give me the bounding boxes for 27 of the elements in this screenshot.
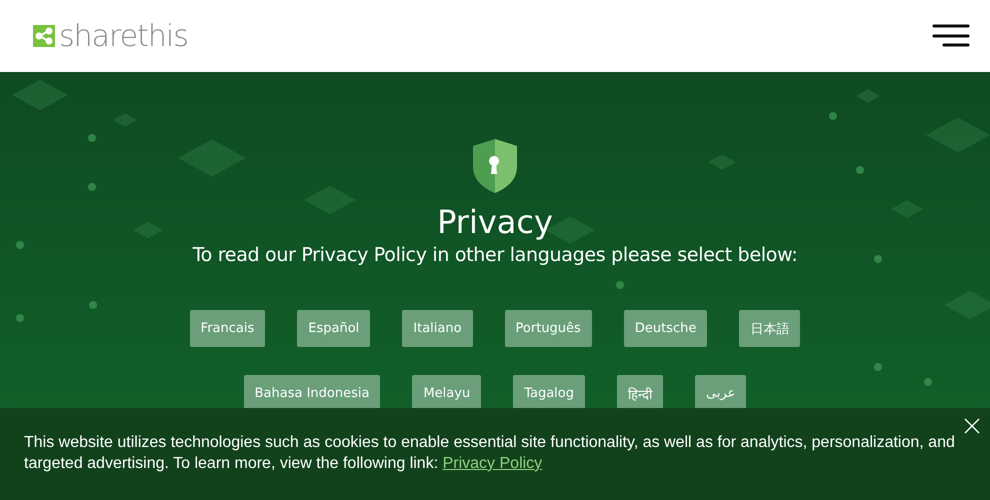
privacy-policy-link[interactable]: Privacy Policy <box>442 455 542 472</box>
brand-name: sharethis <box>59 18 188 54</box>
page-title: Privacy <box>437 202 553 242</box>
dot-shape <box>856 166 864 174</box>
language-button[interactable]: Português <box>504 310 592 347</box>
dot-shape <box>16 241 24 249</box>
menu-button[interactable] <box>932 24 970 48</box>
dot-shape <box>88 134 96 142</box>
dot-shape <box>88 183 96 191</box>
diamond-shape <box>12 80 68 110</box>
language-button[interactable]: Francais <box>190 310 266 347</box>
close-icon[interactable] <box>964 418 980 434</box>
cookie-notice: This website utilizes technologies such as cookies to enable essential site functionality, as well as for analytics, personalization, and targeted advertising. To learn more, view the following link: Privacy Policy <box>24 433 956 474</box>
dot-shape <box>874 363 882 371</box>
dot-shape <box>829 112 837 120</box>
shield-lock-icon <box>472 138 518 194</box>
dot-shape <box>874 255 882 263</box>
language-button[interactable]: Español <box>297 310 370 347</box>
dot-shape <box>924 378 932 386</box>
dot-shape <box>16 314 24 322</box>
share-logo-icon <box>33 25 55 47</box>
dot-shape <box>89 301 97 309</box>
language-button[interactable]: 日本語 <box>739 310 800 347</box>
language-button[interactable]: Italiano <box>402 310 473 347</box>
page-subtitle: To read our Privacy Policy in other languages please select below: <box>192 244 798 266</box>
dot-shape <box>616 281 624 289</box>
language-button[interactable]: Deutsche <box>624 310 708 347</box>
